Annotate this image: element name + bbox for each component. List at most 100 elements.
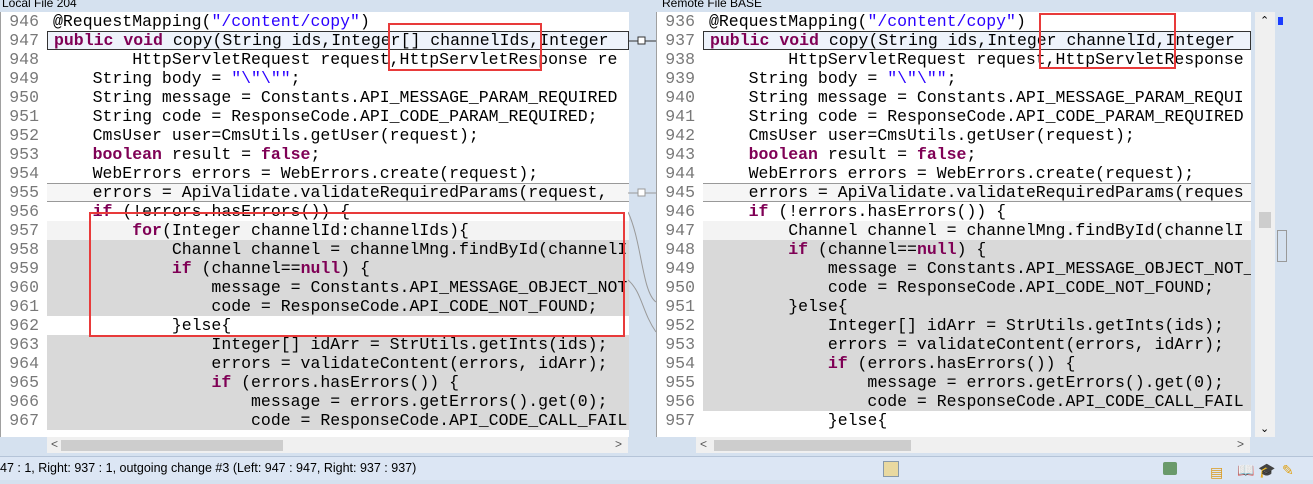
code-line[interactable]: 953 errors = validateContent(errors, idA… <box>657 335 1251 354</box>
code-line[interactable]: 964 errors = validateContent(errors, idA… <box>1 354 629 373</box>
code-text[interactable]: message = errors.getErrors().get(0); <box>703 373 1251 392</box>
keyword: public <box>710 31 770 50</box>
annotation-box-right-signature <box>1039 13 1176 69</box>
code-line[interactable]: 957 }else{ <box>657 411 1251 430</box>
code-text[interactable]: boolean result = false; <box>703 145 1251 164</box>
left-horizontal-scrollbar[interactable]: < > <box>47 437 628 453</box>
code-text[interactable]: if (errors.hasErrors()) { <box>47 373 629 392</box>
code-text[interactable]: WebErrors errors = WebErrors.create(requ… <box>47 164 629 183</box>
code-line[interactable]: 967 code = ResponseCode.API_CODE_CALL_FA… <box>1 411 629 430</box>
scroll-up-icon[interactable]: ⌃ <box>1260 14 1269 27</box>
line-number: 940 <box>657 88 695 107</box>
code-text[interactable]: code = ResponseCode.API_CODE_CALL_FAIL <box>47 411 629 430</box>
code-text[interactable]: Channel channel = channelMng.findById(ch… <box>703 221 1251 240</box>
keyword: false <box>916 145 967 164</box>
line-number: 955 <box>657 373 695 392</box>
line-number: 957 <box>1 221 39 240</box>
line-number: 960 <box>1 278 39 297</box>
code-line[interactable]: 966 message = errors.getErrors().get(0); <box>1 392 629 411</box>
code-text[interactable]: Integer[] idArr = StrUtils.getInts(ids); <box>47 335 629 354</box>
code-text[interactable]: Integer[] idArr = StrUtils.getInts(ids); <box>703 316 1251 335</box>
right-editor[interactable]: 936 @RequestMapping("/content/copy") 937 pu… <box>656 12 1251 437</box>
code-text[interactable]: errors = validateContent(errors, idArr); <box>703 335 1251 354</box>
code-line[interactable]: 947 Channel channel = channelMng.findByI… <box>657 221 1251 240</box>
line-number: 964 <box>1 354 39 373</box>
annotation-box-left-loop <box>89 212 625 337</box>
line-number: 950 <box>657 278 695 297</box>
code-line[interactable]: 941 String code = ResponseCode.API_CODE_… <box>657 107 1251 126</box>
code-line[interactable]: 965 if (errors.hasErrors()) { <box>1 373 629 392</box>
line-number: 953 <box>657 335 695 354</box>
code-text[interactable]: code = ResponseCode.API_CODE_CALL_FAIL <box>703 392 1251 411</box>
code-line[interactable]: 946 if (!errors.hasErrors()) { <box>657 202 1251 221</box>
code-line[interactable]: 954 if (errors.hasErrors()) { <box>657 354 1251 373</box>
code-text[interactable]: errors = validateContent(errors, idArr); <box>47 354 629 373</box>
code-line[interactable]: 951 String code = ResponseCode.API_CODE_… <box>1 107 629 126</box>
overview-ruler[interactable] <box>1275 12 1289 437</box>
code-text[interactable]: if (errors.hasErrors()) { <box>703 354 1251 373</box>
code-text[interactable]: message = Constants.API_MESSAGE_OBJECT_N… <box>703 259 1251 278</box>
code-line[interactable]: 963 Integer[] idArr = StrUtils.getInts(i… <box>1 335 629 354</box>
code-line[interactable]: 939 String body = "\"\""; <box>657 69 1251 88</box>
code-line[interactable]: 951 }else{ <box>657 297 1251 316</box>
code-text[interactable]: String body = "\"\""; <box>703 69 1251 88</box>
code-text[interactable]: if (!errors.hasErrors()) { <box>703 202 1251 221</box>
code-line[interactable]: 950 code = ResponseCode.API_CODE_NOT_FOU… <box>657 278 1251 297</box>
code-text[interactable]: CmsUser user=CmsUtils.getUser(request); <box>47 126 629 145</box>
code-text[interactable]: CmsUser user=CmsUtils.getUser(request); <box>703 126 1251 145</box>
line-number: 936 <box>657 12 695 31</box>
line-number: 952 <box>657 316 695 335</box>
code-text[interactable]: message = errors.getErrors().get(0); <box>47 392 629 411</box>
line-number: 948 <box>1 50 39 69</box>
code-text[interactable]: }else{ <box>703 297 1251 316</box>
code-line[interactable]: 955 message = errors.getErrors().get(0); <box>657 373 1251 392</box>
change-marker[interactable] <box>1277 230 1287 262</box>
sync-icon[interactable] <box>883 461 899 477</box>
code-line[interactable]: 948 if (channel==null) { <box>657 240 1251 259</box>
code-text[interactable]: code = ResponseCode.API_CODE_NOT_FOUND; <box>703 278 1251 297</box>
string-literal: "/content/copy" <box>211 12 360 31</box>
code-text[interactable]: String body = "\"\""; <box>47 69 629 88</box>
book-icon[interactable]: ▤ <box>1210 461 1223 484</box>
code-line[interactable]: 956 code = ResponseCode.API_CODE_CALL_FA… <box>657 392 1251 411</box>
code-line[interactable]: 945 errors = ApiValidate.validateRequire… <box>657 183 1251 202</box>
scroll-down-icon[interactable]: ⌄ <box>1260 422 1269 435</box>
code-text[interactable]: errors = ApiValidate.validateRequiredPar… <box>47 183 629 202</box>
scroll-left-icon[interactable]: < <box>700 437 707 451</box>
code-line[interactable]: 943 boolean result = false; <box>657 145 1251 164</box>
line-number: 962 <box>1 316 39 335</box>
scroll-thumb[interactable] <box>61 440 283 451</box>
code-line[interactable]: 944 WebErrors errors = WebErrors.create(… <box>657 164 1251 183</box>
code-text[interactable]: String code = ResponseCode.API_CODE_PARA… <box>703 107 1251 126</box>
line-number: 941 <box>657 107 695 126</box>
code-text[interactable]: String message = Constants.API_MESSAGE_P… <box>47 88 629 107</box>
code-line[interactable]: 950 String message = Constants.API_MESSA… <box>1 88 629 107</box>
code-line[interactable]: 942 CmsUser user=CmsUtils.getUser(reques… <box>657 126 1251 145</box>
code-line[interactable]: 952 Integer[] idArr = StrUtils.getInts(i… <box>657 316 1251 335</box>
current-change-marker[interactable] <box>1278 17 1283 25</box>
code-line[interactable]: 949 String body = "\"\""; <box>1 69 629 88</box>
scroll-right-icon[interactable]: > <box>615 437 622 451</box>
right-horizontal-scrollbar[interactable]: < > <box>696 437 1250 453</box>
code-text[interactable]: boolean result = false; <box>47 145 629 164</box>
code-line[interactable]: 954 WebErrors errors = WebErrors.create(… <box>1 164 629 183</box>
code-text[interactable]: WebErrors errors = WebErrors.create(requ… <box>703 164 1251 183</box>
vertical-scrollbar[interactable]: ⌃ ⌄ <box>1255 12 1275 437</box>
code-line[interactable]: 953 boolean result = false; <box>1 145 629 164</box>
status-icon[interactable] <box>1163 462 1177 475</box>
code-line[interactable]: 955 errors = ApiValidate.validateRequire… <box>1 183 629 202</box>
code-text[interactable]: }else{ <box>703 411 1251 430</box>
line-number: 959 <box>1 259 39 278</box>
scroll-right-icon[interactable]: > <box>1237 437 1244 451</box>
scroll-left-icon[interactable]: < <box>51 437 58 451</box>
code-text[interactable]: String message = Constants.API_MESSAGE_P… <box>703 88 1251 107</box>
scroll-thumb[interactable] <box>714 440 911 451</box>
code-line[interactable]: 940 String message = Constants.API_MESSA… <box>657 88 1251 107</box>
code-text[interactable]: errors = ApiValidate.validateRequiredPar… <box>703 183 1251 202</box>
scroll-thumb[interactable] <box>1259 212 1271 228</box>
code-line[interactable]: 952 CmsUser user=CmsUtils.getUser(reques… <box>1 126 629 145</box>
code-line[interactable]: 949 message = Constants.API_MESSAGE_OBJE… <box>657 259 1251 278</box>
keyword: if <box>748 202 769 221</box>
code-text[interactable]: if (channel==null) { <box>703 240 1251 259</box>
code-text[interactable]: String code = ResponseCode.API_CODE_PARA… <box>47 107 629 126</box>
